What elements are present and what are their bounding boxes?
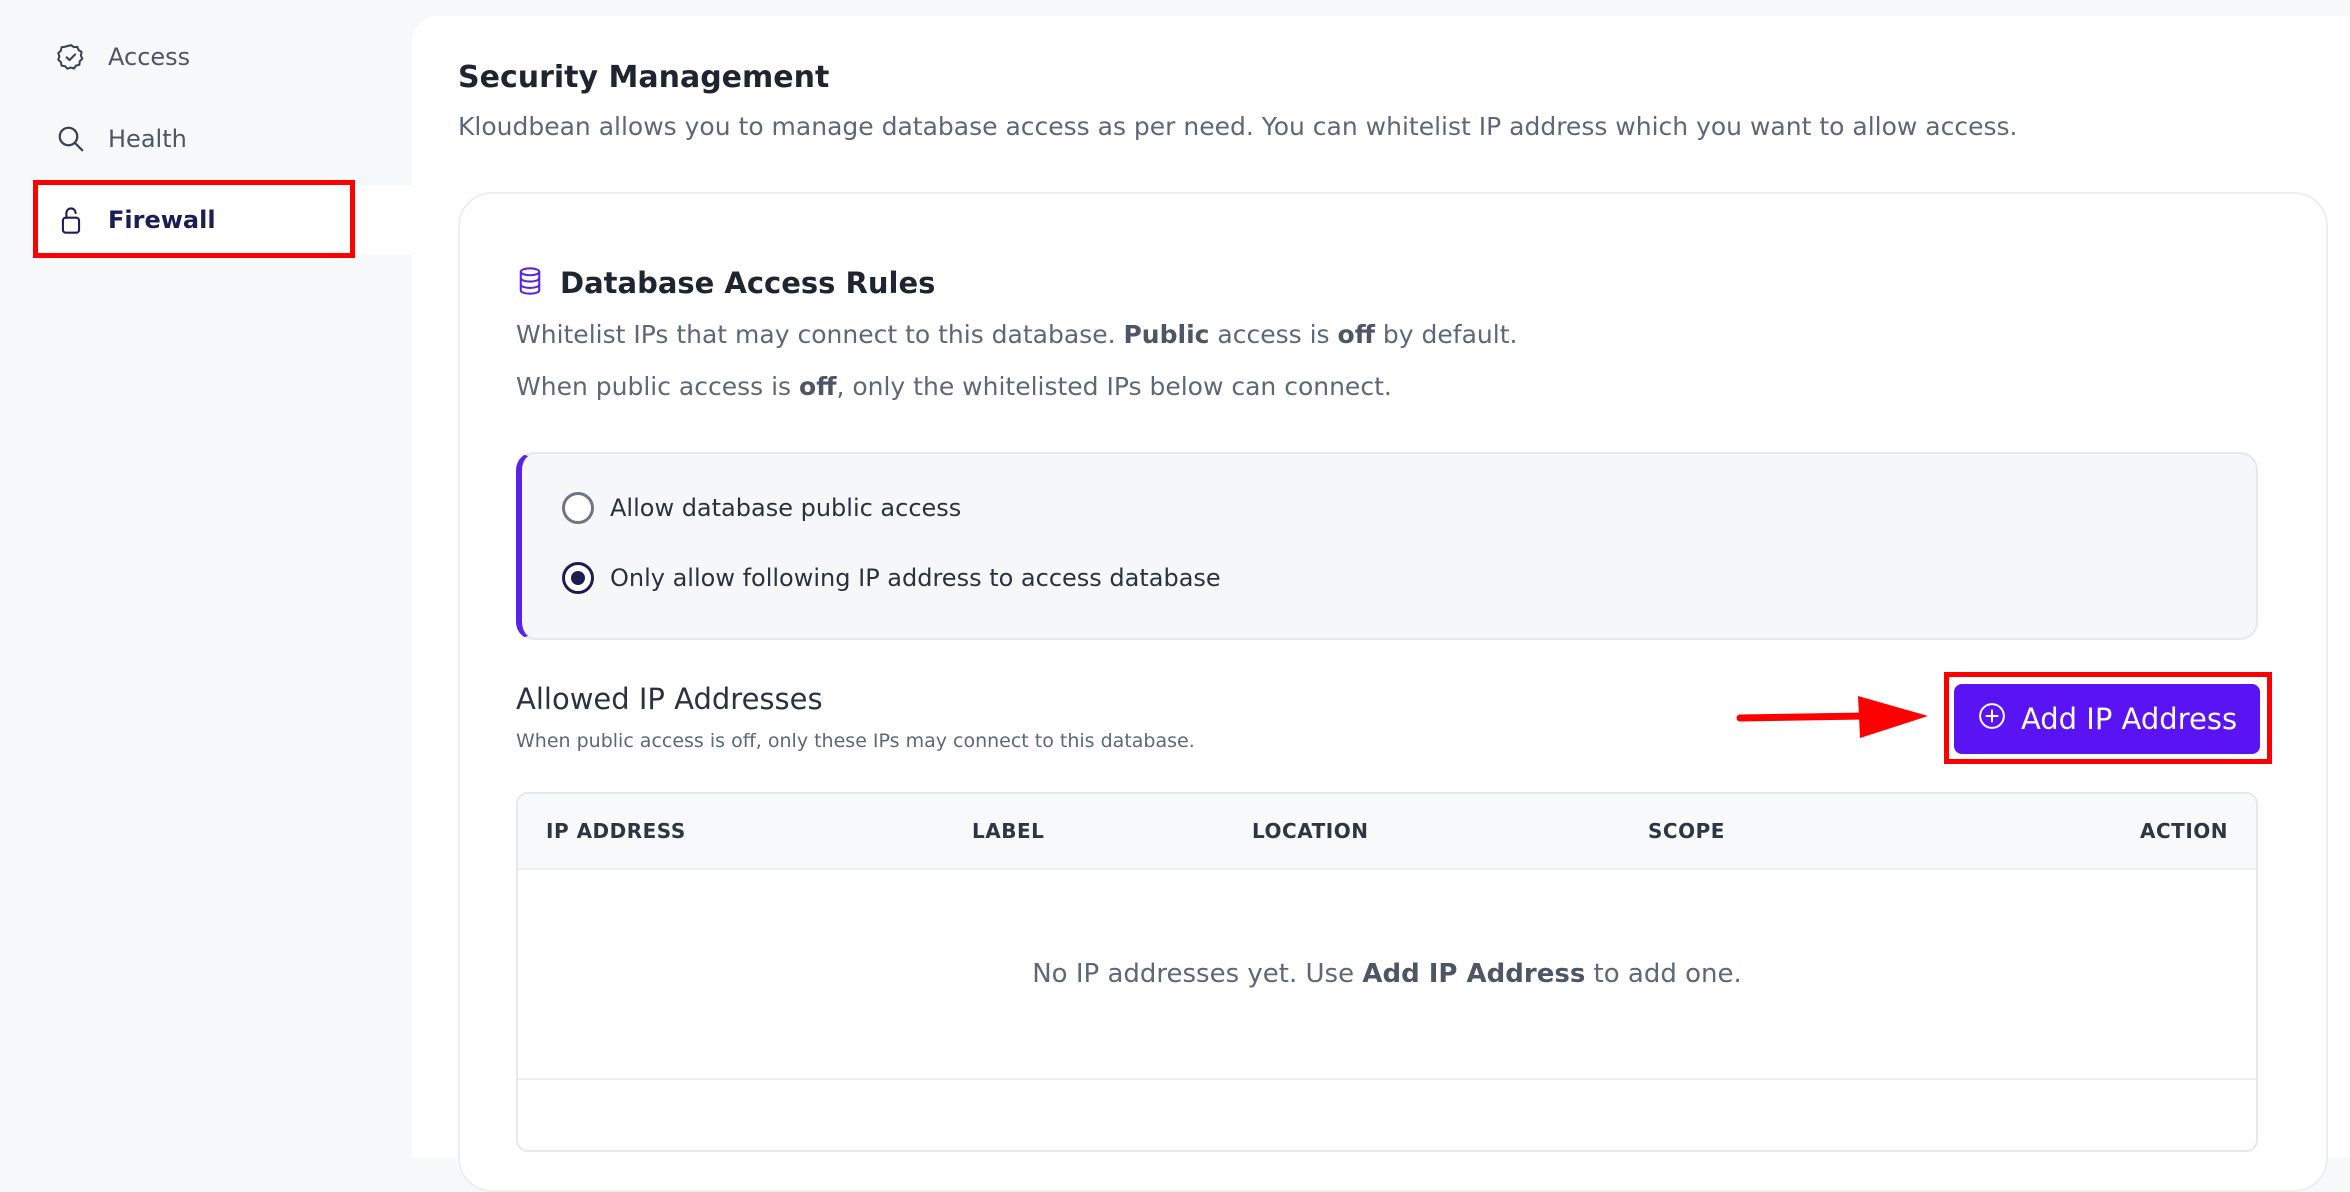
empty-state-text: No IP addresses yet. Use Add IP Address … (1032, 959, 1742, 989)
ip-table: IP ADDRESS LABEL LOCATION SCOPE ACTION N… (516, 792, 2258, 1152)
sidebar-item-label: Firewall (108, 206, 216, 234)
database-icon (516, 266, 544, 300)
add-ip-address-label: Add IP Address (2020, 702, 2238, 736)
search-icon (54, 122, 88, 156)
column-action: ACTION (2140, 819, 2228, 843)
plus-circle-icon (1977, 701, 2007, 738)
sidebar-item-health[interactable]: Health (36, 104, 356, 174)
radio-public-access[interactable]: Allow database public access (562, 492, 961, 524)
radio-button-selected[interactable] (562, 562, 594, 594)
table-header: IP ADDRESS LABEL LOCATION SCOPE ACTION (518, 794, 2256, 870)
rules-description-1: Whitelist IPs that may connect to this d… (516, 320, 1518, 349)
lock-icon (54, 203, 88, 237)
column-location: LOCATION (1252, 819, 1369, 843)
column-ip-address: IP ADDRESS (546, 819, 686, 843)
sidebar-item-label: Access (108, 43, 191, 71)
sidebar-item-label: Health (108, 125, 187, 153)
page-description: Kloudbean allows you to manage database … (458, 112, 2018, 141)
allowed-ips-title: Allowed IP Addresses (516, 682, 823, 716)
badge-check-icon (54, 40, 88, 74)
arrow-annotation-icon (1736, 696, 1928, 738)
table-footer (518, 1078, 2256, 1150)
card-header: Database Access Rules (516, 266, 935, 300)
radio-whitelist-only[interactable]: Only allow following IP address to acces… (562, 562, 1221, 594)
database-access-card: Database Access Rules Whitelist IPs that… (458, 192, 2328, 1192)
radio-label: Only allow following IP address to acces… (610, 564, 1221, 592)
allowed-ips-subtitle: When public access is off, only these IP… (516, 730, 1195, 752)
card-title: Database Access Rules (560, 266, 936, 300)
sidebar-item-access[interactable]: Access (36, 22, 356, 92)
empty-state: No IP addresses yet. Use Add IP Address … (518, 870, 2256, 1078)
radio-button[interactable] (562, 492, 594, 524)
sidebar: Access Health Firewall (0, 0, 412, 1158)
radio-label: Allow database public access (610, 494, 962, 522)
sidebar-item-firewall[interactable]: Firewall (36, 185, 412, 255)
column-scope: SCOPE (1648, 819, 1725, 843)
main-panel: Security Management Kloudbean allows you… (412, 16, 2350, 1192)
rules-description-2: When public access is off, only the whit… (516, 372, 1392, 401)
access-mode-box: Allow database public access Only allow … (516, 452, 2258, 640)
column-label: LABEL (972, 819, 1045, 843)
page-title: Security Management (458, 60, 830, 95)
add-ip-address-button[interactable]: Add IP Address (1954, 684, 2260, 754)
